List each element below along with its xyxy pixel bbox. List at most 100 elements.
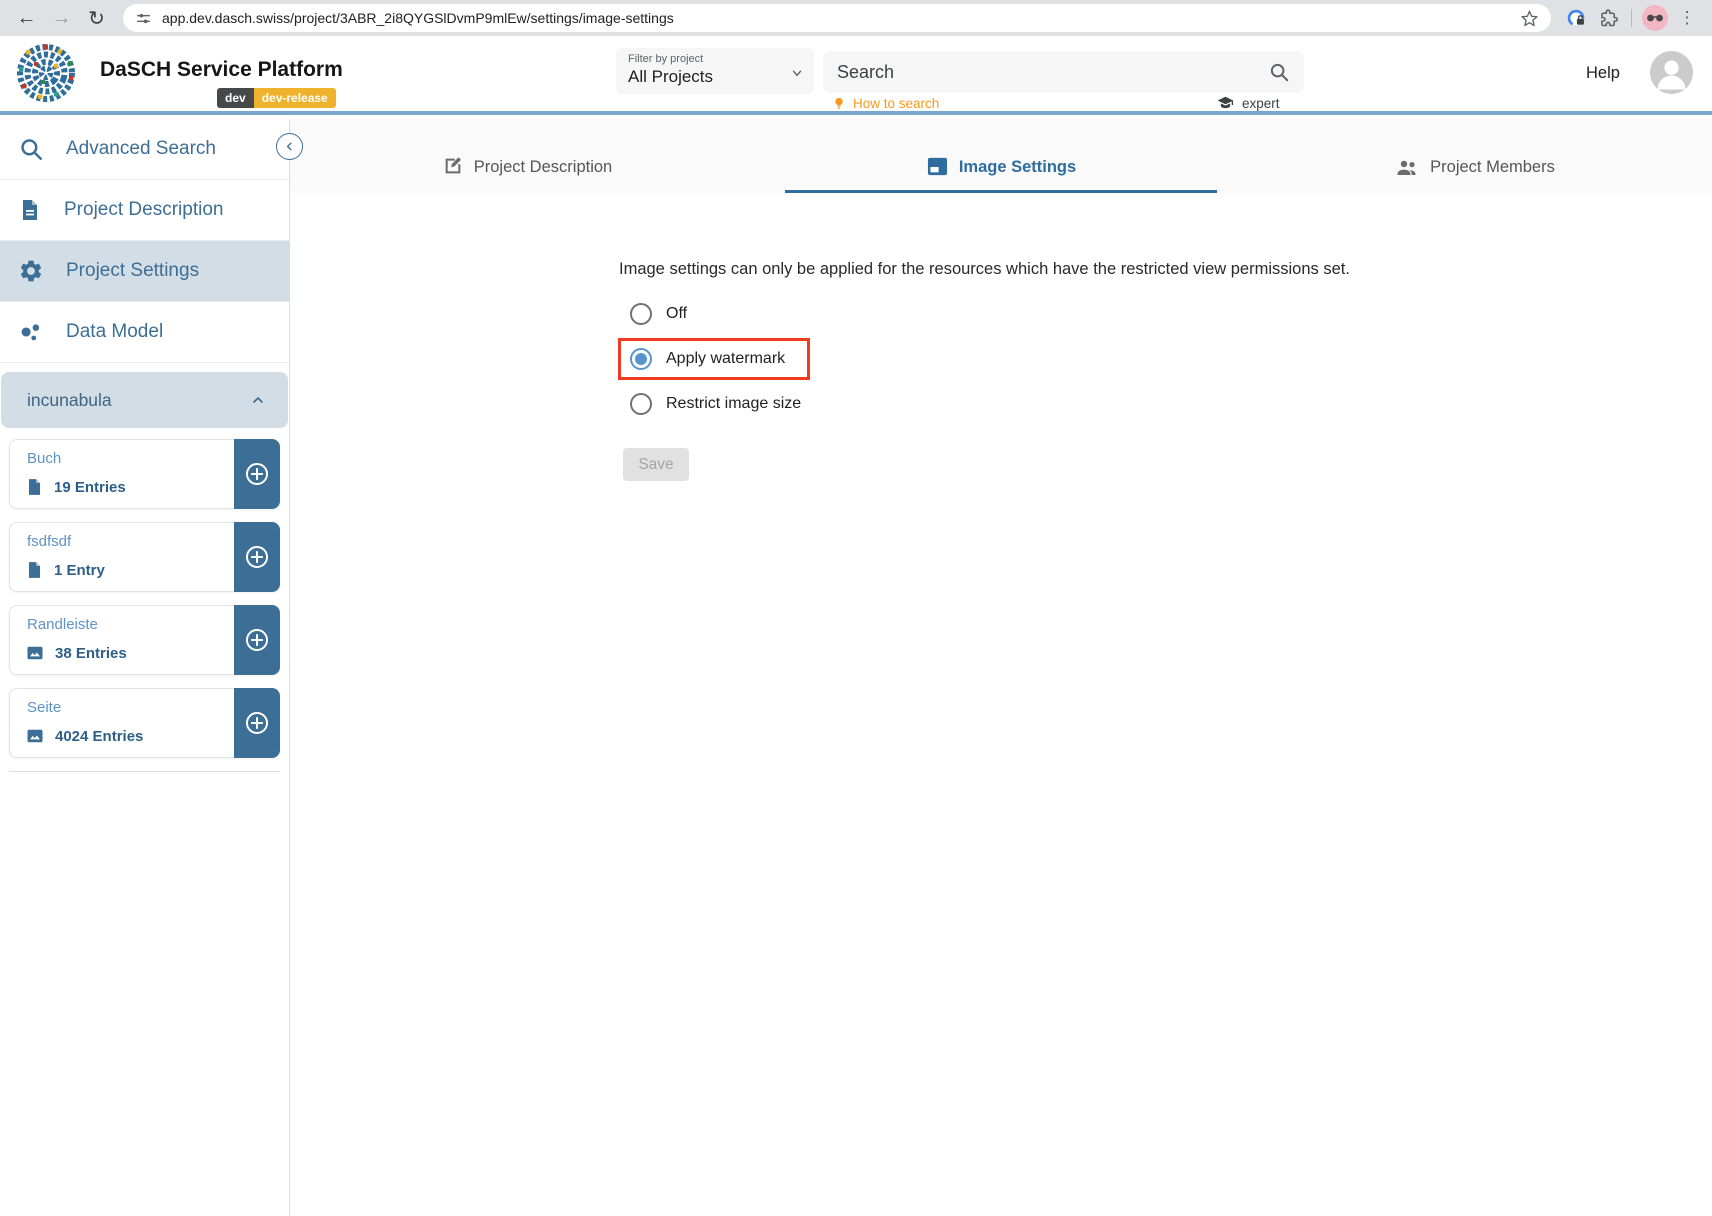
radio-option-off[interactable]: Off — [618, 297, 810, 331]
app-title: DaSCH Service Platform — [100, 58, 343, 82]
class-count: 1 Entry — [25, 560, 105, 580]
document-icon — [25, 477, 44, 497]
count-text: 38 Entries — [55, 645, 127, 662]
browser-back-button[interactable]: ← — [10, 3, 43, 33]
highlight-red-box: Apply watermark — [618, 338, 810, 380]
how-to-search-label: How to search — [853, 96, 939, 111]
search-icon[interactable] — [1268, 61, 1290, 83]
add-resource-button[interactable] — [234, 688, 280, 758]
plus-circle-icon — [243, 709, 271, 737]
class-count: 19 Entries — [25, 477, 126, 497]
class-title[interactable]: fsdfsdf — [27, 533, 71, 550]
url-text[interactable]: app.dev.dasch.swiss/project/3ABR_2i8QYGS… — [162, 10, 1510, 26]
site-settings-icon[interactable] — [135, 10, 152, 27]
radio-label[interactable]: Restrict image size — [666, 395, 801, 413]
resource-class-list: Buch 19 Entries fsdfsdf — [0, 428, 289, 772]
lightbulb-icon — [832, 96, 846, 111]
save-button[interactable]: Save — [623, 448, 689, 481]
radio-option-apply-watermark[interactable]: Apply watermark — [630, 342, 785, 376]
sidebar-item-data-model[interactable]: Data Model — [0, 302, 289, 363]
add-resource-button[interactable] — [234, 522, 280, 592]
class-count: 4024 Entries — [25, 726, 143, 746]
expert-label: expert — [1242, 96, 1280, 111]
tab-image-settings[interactable]: Image Settings — [764, 119, 1238, 193]
edit-icon — [442, 155, 464, 177]
search-mode-expert[interactable]: expert — [1216, 96, 1280, 111]
browser-chrome: ← → ↻ app.dev.dasch.swiss/project/3ABR_2… — [0, 0, 1712, 36]
class-count: 38 Entries — [25, 643, 127, 663]
gear-icon — [18, 258, 44, 284]
search-box[interactable] — [823, 51, 1304, 93]
image-settings-form: Off Apply watermark Restrict image size … — [618, 297, 810, 481]
chevron-down-icon — [790, 66, 804, 80]
sidebar-item-project-settings[interactable]: Project Settings — [0, 241, 289, 302]
plus-circle-icon — [243, 460, 271, 488]
radio-button[interactable] — [630, 303, 652, 325]
tab-project-description[interactable]: Project Description — [290, 119, 764, 193]
ontology-header-incunabula[interactable]: incunabula — [1, 372, 288, 428]
radio-label[interactable]: Apply watermark — [666, 350, 785, 368]
sidebar-divider — [9, 771, 280, 772]
privacy-extension-icon[interactable] — [1561, 3, 1591, 33]
document-icon — [25, 560, 44, 580]
sidebar-item-project-description[interactable]: Project Description — [0, 180, 289, 241]
count-text: 4024 Entries — [55, 728, 143, 745]
settings-tabs: Project Description Image Settings Proje… — [290, 119, 1712, 193]
search-icon — [18, 136, 44, 162]
sidebar-item-advanced-search[interactable]: Advanced Search — [0, 119, 289, 180]
resource-class-card-fsdfsdf[interactable]: fsdfsdf 1 Entry — [9, 522, 280, 592]
tab-label: Image Settings — [959, 158, 1076, 177]
project-filter-value: All Projects — [628, 67, 802, 87]
class-title[interactable]: Randleiste — [27, 616, 98, 633]
resource-class-card-seite[interactable]: Seite 4024 Entries — [9, 688, 280, 758]
ontology-label: incunabula — [27, 390, 112, 411]
count-text: 19 Entries — [54, 479, 126, 496]
sidebar-item-label: Data Model — [66, 321, 163, 343]
plus-circle-icon — [243, 626, 271, 654]
graduation-cap-icon — [1216, 96, 1235, 111]
address-bar[interactable]: app.dev.dasch.swiss/project/3ABR_2i8QYGS… — [123, 4, 1551, 32]
extensions-puzzle-icon[interactable] — [1593, 3, 1623, 33]
app-header: DaSCH Service Platform dev dev-release F… — [0, 36, 1712, 115]
add-resource-button[interactable] — [234, 439, 280, 509]
chevron-left-icon — [283, 140, 296, 153]
main-content: Project Description Image Settings Proje… — [290, 119, 1712, 1216]
group-icon — [1395, 157, 1420, 177]
radio-label[interactable]: Off — [666, 305, 687, 323]
sidebar-item-label: Advanced Search — [66, 138, 216, 160]
how-to-search-link[interactable]: How to search — [832, 96, 939, 111]
image-settings-note: Image settings can only be applied for t… — [619, 260, 1350, 279]
dev-release-badge: dev-release — [254, 88, 336, 108]
class-title[interactable]: Buch — [27, 450, 61, 467]
radio-option-restrict-image-size[interactable]: Restrict image size — [618, 387, 810, 421]
sidebar: Advanced Search Project Description Proj… — [0, 119, 290, 1216]
toolbar-divider — [1631, 9, 1632, 27]
project-filter-select[interactable]: Filter by project All Projects — [616, 48, 814, 94]
add-resource-button[interactable] — [234, 605, 280, 675]
browser-profile-avatar[interactable] — [1640, 3, 1670, 33]
search-input[interactable] — [837, 62, 1268, 83]
resource-class-card-randleiste[interactable]: Randleiste 38 Entries — [9, 605, 280, 675]
document-icon — [18, 197, 42, 223]
count-text: 1 Entry — [54, 562, 105, 579]
resource-class-card-buch[interactable]: Buch 19 Entries — [9, 439, 280, 509]
image-icon — [25, 726, 45, 746]
dasch-logo[interactable] — [14, 42, 78, 106]
browser-reload-button[interactable]: ↻ — [80, 3, 113, 33]
browser-forward-button[interactable]: → — [45, 3, 78, 33]
release-badges: dev dev-release — [217, 88, 336, 108]
sidebar-collapse-button[interactable] — [276, 133, 303, 160]
bookmark-star-icon[interactable] — [1520, 9, 1539, 28]
image-icon — [25, 643, 45, 663]
class-title[interactable]: Seite — [27, 699, 61, 716]
radio-button-selected[interactable] — [630, 348, 652, 370]
user-avatar[interactable] — [1650, 51, 1693, 94]
radio-button[interactable] — [630, 393, 652, 415]
sidebar-item-label: Project Description — [64, 199, 223, 221]
tab-project-members[interactable]: Project Members — [1238, 119, 1712, 193]
branding-watermark-icon — [926, 156, 949, 177]
tab-label: Project Description — [474, 158, 612, 177]
browser-menu-icon[interactable]: ⋮ — [1672, 3, 1702, 33]
help-link[interactable]: Help — [1586, 64, 1620, 83]
sidebar-item-label: Project Settings — [66, 260, 199, 282]
